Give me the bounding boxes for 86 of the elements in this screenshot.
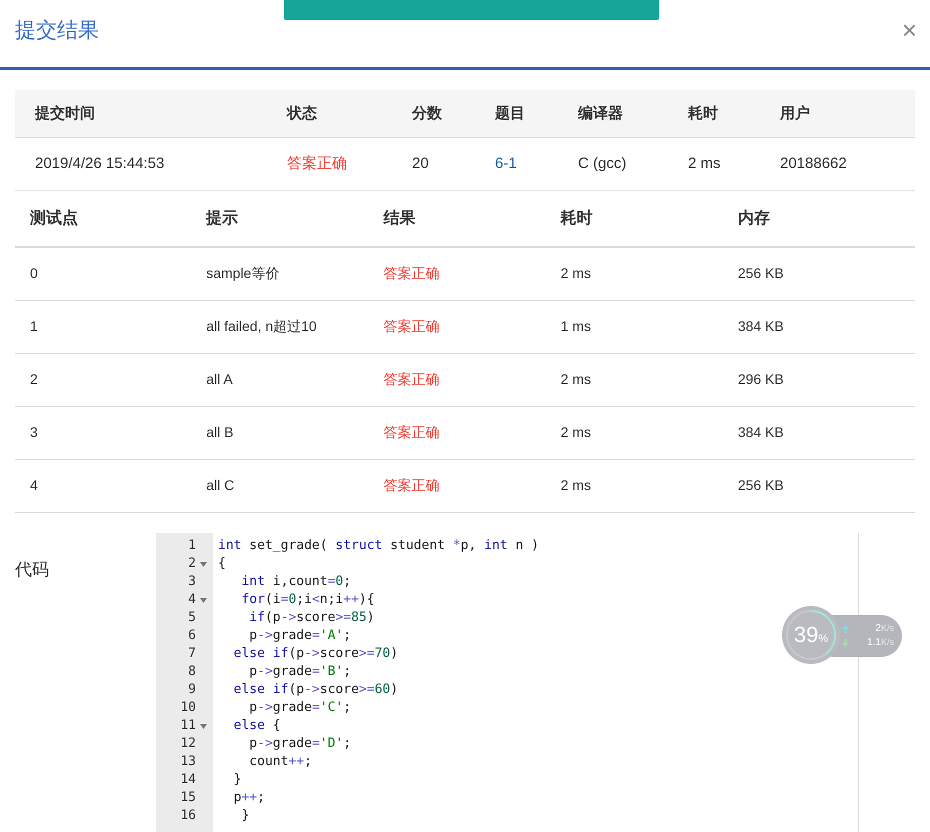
line-number: 15	[179, 789, 196, 808]
table-cell: 1 ms	[560, 318, 591, 334]
table-cell: 4	[30, 477, 38, 493]
table-cell: 1	[30, 318, 38, 334]
close-button[interactable]: ×	[902, 16, 917, 42]
code-line: for(i=0;i<n;i++){	[240, 591, 375, 610]
fold-caret-icon[interactable]	[200, 724, 207, 728]
table-cell: 20188662	[780, 155, 847, 172]
column-header: 编译器	[578, 104, 623, 122]
problem-link[interactable]: 6-1	[495, 155, 517, 172]
code-line: }	[240, 807, 250, 826]
code-line: }	[232, 771, 242, 790]
column-header: 耗时	[560, 210, 593, 226]
line-number: 7	[187, 645, 196, 664]
fold-caret-icon[interactable]	[200, 562, 207, 566]
line-number: 13	[179, 753, 196, 772]
line-number: 6	[187, 627, 196, 646]
column-header: 结果	[383, 210, 416, 226]
table-cell: 0	[30, 265, 38, 281]
code-line: if(p->score>=85)	[248, 609, 375, 628]
status-text: 答案正确	[383, 371, 440, 387]
table-cell: 256 KB	[738, 477, 784, 493]
table-cell: 2 ms	[560, 265, 591, 281]
column-header: 提交时间	[35, 104, 95, 122]
line-number: 5	[187, 609, 196, 628]
code-line: else {	[232, 717, 281, 736]
table-cell: 2 ms	[560, 371, 591, 387]
download-arrow-icon	[842, 639, 849, 647]
column-header: 提示	[206, 210, 238, 226]
column-header: 内存	[738, 210, 770, 226]
table-cell: all A	[206, 371, 233, 387]
line-number: 10	[179, 699, 196, 718]
line-number: 8	[187, 663, 196, 682]
line-number: 11	[179, 717, 196, 736]
table-cell: 2 ms	[560, 424, 591, 440]
code-label: 代码	[15, 560, 49, 579]
line-number: 14	[179, 771, 196, 790]
code-line: int i,count=0;	[240, 573, 352, 592]
status-text: 答案正确	[383, 265, 440, 281]
dialog-title: 提交结果	[15, 18, 99, 44]
code-line: p->grade='B';	[248, 663, 352, 682]
table-cell: all failed, n超过10	[206, 318, 317, 334]
table-cell: 2	[30, 371, 38, 387]
code-line: else if(p->score>=70)	[232, 645, 398, 664]
column-header: 测试点	[30, 210, 78, 226]
code-line: p->grade='C';	[248, 699, 352, 718]
code-line: p->grade='D';	[248, 735, 352, 754]
table-cell: 20	[412, 155, 429, 172]
column-header: 用户	[780, 104, 810, 122]
line-number: 12	[179, 735, 196, 754]
status-text: 答案正确	[383, 318, 440, 334]
table-cell: 384 KB	[738, 424, 784, 440]
column-header: 状态	[287, 104, 317, 122]
table-cell: all C	[206, 477, 234, 493]
line-number: 9	[187, 681, 196, 700]
usage-percent: 39%	[794, 624, 828, 646]
upload-arrow-icon	[842, 625, 849, 633]
line-number: 2	[187, 555, 196, 574]
code-editor[interactable]	[156, 533, 859, 832]
fold-caret-icon[interactable]	[200, 598, 207, 602]
column-header: 耗时	[688, 104, 718, 122]
column-header: 分数	[412, 104, 442, 122]
table-cell: sample等价	[206, 265, 280, 281]
table-cell: C (gcc)	[578, 155, 626, 172]
line-number: 3	[187, 573, 196, 592]
table-cell: 2 ms	[560, 477, 591, 493]
table-cell: 2 ms	[688, 155, 721, 172]
table-cell: 2019/4/26 15:44:53	[35, 155, 164, 172]
table-cell: 256 KB	[738, 265, 784, 281]
code-line: else if(p->score>=60)	[232, 681, 398, 700]
code-line: p++;	[232, 789, 265, 808]
line-number: 4	[187, 591, 196, 610]
line-number: 1	[187, 537, 196, 556]
code-line: {	[218, 555, 226, 574]
status-text: 答案正确	[287, 155, 347, 172]
code-line: count++;	[248, 753, 312, 772]
line-number: 16	[179, 807, 196, 826]
code-line: int set_grade( struct student *p, int n )	[218, 537, 539, 556]
table-cell: 3	[30, 424, 38, 440]
status-text: 答案正确	[383, 477, 440, 493]
table-cell: 296 KB	[738, 371, 784, 387]
code-line: p->grade='A';	[248, 627, 352, 646]
table-cell: all B	[206, 424, 234, 440]
column-header: 题目	[495, 104, 525, 122]
table-cell: 384 KB	[738, 318, 784, 334]
status-text: 答案正确	[383, 424, 440, 440]
